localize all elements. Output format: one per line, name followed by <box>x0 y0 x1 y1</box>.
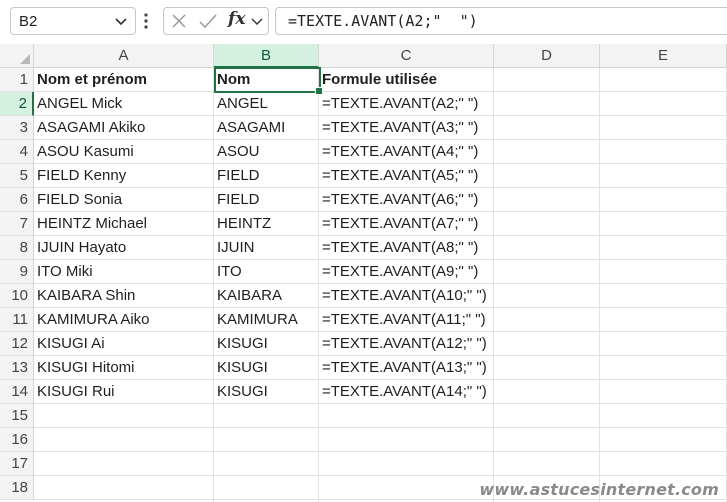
table-cell[interactable]: KAMIMURA <box>214 308 298 332</box>
table-cell[interactable]: KISUGI Hitomi <box>34 356 135 380</box>
table-cell[interactable]: ASAGAMI Akiko <box>34 116 145 140</box>
row-header-12[interactable]: 12 <box>0 332 34 356</box>
table-cell[interactable]: KISUGI <box>214 356 268 380</box>
chevron-down-icon[interactable] <box>250 13 264 29</box>
row-header-8[interactable]: 8 <box>0 236 34 260</box>
table-cell[interactable]: =TEXTE.AVANT(A5;" ") <box>319 164 478 188</box>
name-box[interactable]: B2 <box>10 7 136 35</box>
table-cell[interactable]: KISUGI Rui <box>34 380 115 404</box>
select-all-button[interactable] <box>0 44 34 68</box>
table-cell[interactable]: ITO Miki <box>34 260 93 284</box>
row-header-9[interactable]: 9 <box>0 260 34 284</box>
table-cell[interactable]: ANGEL Mick <box>34 92 122 116</box>
table-cell[interactable]: ASOU <box>214 140 260 164</box>
row-header-18[interactable]: 18 <box>0 476 34 500</box>
column-header-b[interactable]: B <box>214 44 319 68</box>
column-header-a[interactable]: A <box>34 44 214 68</box>
spreadsheet-grid: A B C D E 1 2 3 4 5 6 7 8 9 10 11 12 13 14 15 16 17 18 Nom et p… <box>0 44 727 502</box>
table-cell[interactable]: FIELD <box>214 164 260 188</box>
row-header-11[interactable]: 11 <box>0 308 34 332</box>
formula-bar-area: B2 fx =TEXTE.AVANT(A2;" ") <box>0 0 727 44</box>
table-cell[interactable]: =TEXTE.AVANT(A4;" ") <box>319 140 478 164</box>
row-header-5[interactable]: 5 <box>0 164 34 188</box>
column-header-c[interactable]: C <box>319 44 494 68</box>
cancel-x-icon[interactable] <box>170 12 188 30</box>
table-cell[interactable]: =TEXTE.AVANT(A8;" ") <box>319 236 478 260</box>
table-cell[interactable]: IJUIN Hayato <box>34 236 126 260</box>
row-header-13[interactable]: 13 <box>0 356 34 380</box>
active-cell-border <box>214 67 323 95</box>
row-header-15[interactable]: 15 <box>0 404 34 428</box>
table-cell[interactable]: KISUGI <box>214 332 268 356</box>
row-header-7[interactable]: 7 <box>0 212 34 236</box>
table-cell[interactable]: =TEXTE.AVANT(A10;" ") <box>319 284 487 308</box>
fill-handle[interactable] <box>315 87 323 95</box>
function-fx-icon[interactable]: fx <box>228 9 245 29</box>
table-cell[interactable]: =TEXTE.AVANT(A12;" ") <box>319 332 487 356</box>
formula-buttons: fx <box>163 7 269 35</box>
table-cell[interactable]: FIELD Sonia <box>34 188 122 212</box>
formula-input[interactable]: =TEXTE.AVANT(A2;" ") <box>275 7 727 35</box>
table-cell[interactable]: KAIBARA Shin <box>34 284 135 308</box>
table-cell[interactable]: =TEXTE.AVANT(A7;" ") <box>319 212 478 236</box>
table-cell[interactable]: FIELD Kenny <box>34 164 126 188</box>
row-header-6[interactable]: 6 <box>0 188 34 212</box>
more-vertical-icon[interactable] <box>143 11 149 31</box>
column-header-e[interactable]: E <box>600 44 727 68</box>
header-cell-a[interactable]: Nom et prénom <box>34 68 147 92</box>
row-header-1[interactable]: 1 <box>0 68 34 92</box>
table-cell[interactable]: =TEXTE.AVANT(A13;" ") <box>319 356 487 380</box>
table-cell[interactable]: KISUGI <box>214 380 268 404</box>
table-cell[interactable]: =TEXTE.AVANT(A6;" ") <box>319 188 478 212</box>
table-cell[interactable]: FIELD <box>214 188 260 212</box>
row-header-17[interactable]: 17 <box>0 452 34 476</box>
row-header-16[interactable]: 16 <box>0 428 34 452</box>
table-cell[interactable]: ANGEL <box>214 92 268 116</box>
table-cell[interactable]: =TEXTE.AVANT(A11;" ") <box>319 308 486 332</box>
row-header-4[interactable]: 4 <box>0 140 34 164</box>
table-cell[interactable]: KAIBARA <box>214 284 282 308</box>
name-box-value: B2 <box>19 13 38 30</box>
formula-text: =TEXTE.AVANT(A2;" ") <box>288 12 478 30</box>
table-cell[interactable]: KAMIMURA Aiko <box>34 308 150 332</box>
table-cell[interactable]: HEINTZ <box>214 212 271 236</box>
table-cell[interactable]: ASAGAMI <box>214 116 285 140</box>
watermark: www.astucesinternet.com <box>479 480 719 499</box>
table-cell[interactable]: =TEXTE.AVANT(A2;" ") <box>319 92 478 116</box>
table-cell[interactable]: KISUGI Ai <box>34 332 105 356</box>
row-header-2[interactable]: 2 <box>0 92 34 116</box>
table-cell[interactable]: =TEXTE.AVANT(A14;" ") <box>319 380 487 404</box>
table-cell[interactable]: IJUIN <box>214 236 255 260</box>
row-header-3[interactable]: 3 <box>0 116 34 140</box>
row-header-10[interactable]: 10 <box>0 284 34 308</box>
table-cell[interactable]: HEINTZ Michael <box>34 212 147 236</box>
row-header-14[interactable]: 14 <box>0 380 34 404</box>
column-header-d[interactable]: D <box>494 44 600 68</box>
table-cell[interactable]: ASOU Kasumi <box>34 140 134 164</box>
confirm-check-icon[interactable] <box>198 12 218 30</box>
header-cell-c[interactable]: Formule utilisée <box>319 68 437 92</box>
table-cell[interactable]: ITO <box>214 260 242 284</box>
table-cell[interactable]: =TEXTE.AVANT(A3;" ") <box>319 116 478 140</box>
table-cell[interactable]: =TEXTE.AVANT(A9;" ") <box>319 260 478 284</box>
chevron-down-icon[interactable] <box>113 12 129 30</box>
